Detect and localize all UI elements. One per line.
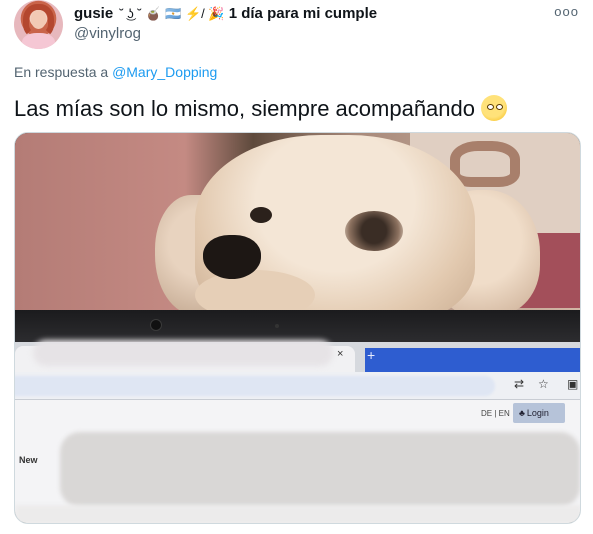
- webcam-icon: [150, 319, 162, 331]
- name-decorations: ˘ ͜ʖ ˘ 🧉 🇦🇷 ⚡/ 🎉: [119, 6, 225, 21]
- face-with-rolling-eyes-emoji: [481, 95, 507, 121]
- blurred-footer: [15, 505, 580, 523]
- language-switch: DE | EN: [481, 409, 510, 418]
- browser-tabstrip: × +: [15, 340, 580, 372]
- avatar[interactable]: [14, 0, 63, 49]
- avatar-face: [31, 10, 46, 29]
- photo-browser-screen: × + ⇄ ☆ ▣ DE | EN ♣ Login New: [15, 340, 580, 523]
- status-text: 1 día para mi cumple: [228, 5, 378, 22]
- browser-page: DE | EN ♣ Login New: [15, 400, 580, 523]
- reply-mention-link[interactable]: @Mary_Dopping: [112, 64, 217, 80]
- tweet-photo[interactable]: × + ⇄ ☆ ▣ DE | EN ♣ Login New: [14, 132, 581, 524]
- photo-dog: [155, 135, 540, 325]
- author-names: gusie ˘ ͜ʖ ˘ 🧉 🇦🇷 ⚡/ 🎉 1 día para mi cum…: [74, 4, 534, 44]
- login-label: Login: [526, 408, 549, 418]
- tweet-header: gusie ˘ ͜ʖ ˘ 🧉 🇦🇷 ⚡/ 🎉 1 día para mi cum…: [14, 0, 579, 50]
- browser-toolbar: ⇄ ☆ ▣: [15, 372, 580, 400]
- display-name-text: gusie: [74, 5, 114, 22]
- news-label: New: [19, 455, 38, 465]
- avatar-shirt: [22, 33, 55, 49]
- photo-monitor-bezel: [15, 310, 580, 342]
- tab-close-icon: ×: [337, 348, 344, 360]
- translate-icon: ⇄: [514, 377, 525, 391]
- tweet-text: Las mías son lo mismo, siempre acompañan…: [14, 95, 507, 123]
- login-button: ♣ Login: [513, 403, 565, 423]
- tweet-text-content: Las mías son lo mismo, siempre acompañan…: [14, 96, 475, 121]
- tabstrip-blue: [365, 348, 580, 372]
- new-tab-icon: +: [367, 347, 376, 363]
- display-name[interactable]: gusie ˘ ͜ʖ ˘ 🧉 🇦🇷 ⚡/ 🎉 1 día para mi cum…: [74, 4, 534, 24]
- user-handle[interactable]: @vinylrog: [74, 24, 534, 44]
- blurred-content: [60, 432, 580, 507]
- user-icon: ♣: [519, 408, 525, 418]
- extensions-icon: ▣: [567, 377, 579, 391]
- monitor-led: [275, 324, 279, 328]
- address-bar: [15, 376, 495, 396]
- browser-tab: [15, 340, 355, 372]
- reply-context: En respuesta a @Mary_Dopping: [14, 64, 217, 80]
- more-icon[interactable]: ooo: [554, 4, 579, 19]
- reply-prefix: En respuesta a: [14, 64, 109, 80]
- star-icon: ☆: [538, 377, 549, 391]
